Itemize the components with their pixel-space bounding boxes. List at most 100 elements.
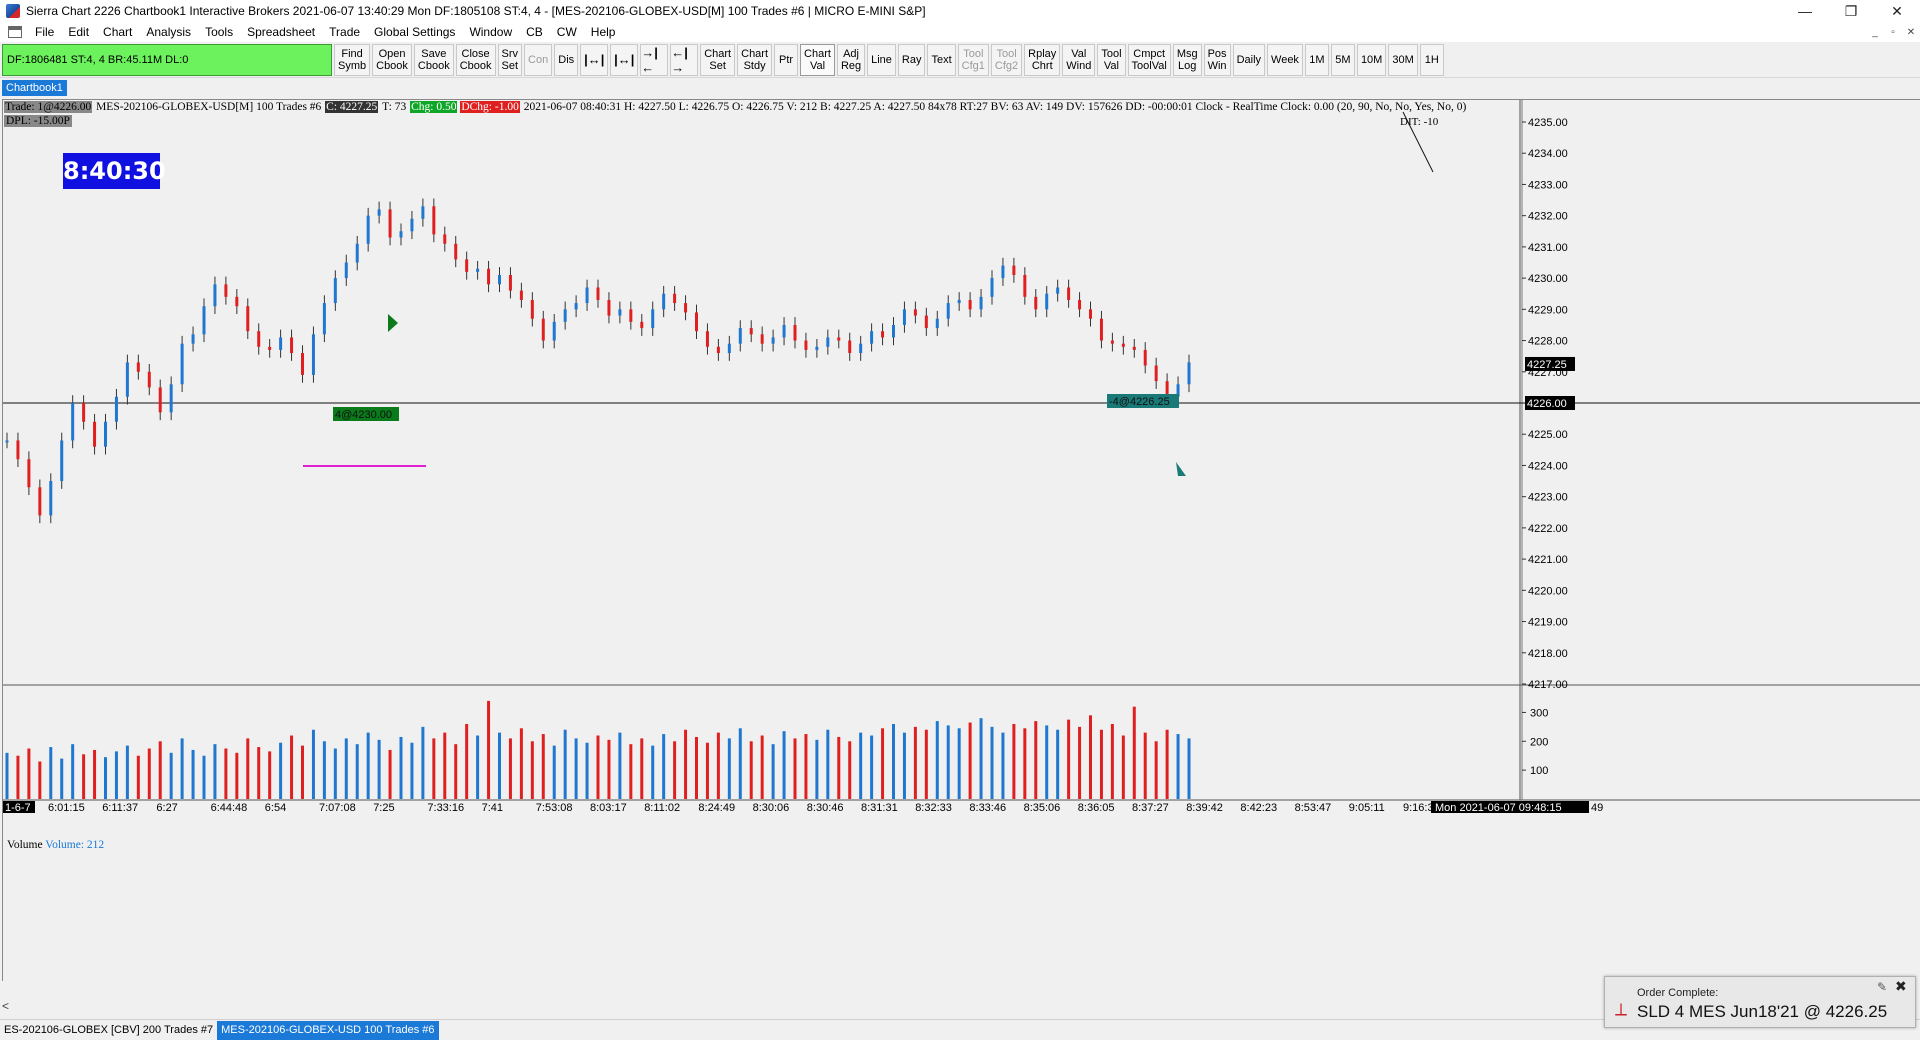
ticks-value: T: 73 [382,101,407,113]
price-bar [508,274,512,291]
price-bar [892,324,895,338]
volume-bar [410,742,414,799]
price-chart[interactable]: 4235.00 4234.00 4233.00 4232.00 4231.00 4230.… [3,100,1920,982]
price-tick-label: 4221.00 [1528,554,1568,566]
menu-window[interactable]: Window [462,25,519,39]
volume-bar [1045,725,1049,799]
timeframe-5m-button[interactable]: 5M [1330,43,1355,76]
text-tool-button[interactable]: Text [927,43,956,76]
volume-bar [114,751,118,799]
volume-bar [257,747,261,799]
timeframe-10m-button[interactable]: 10M [1356,43,1387,76]
timeframe-week-button[interactable]: Week [1267,43,1303,76]
menu-file[interactable]: File [28,25,61,39]
scroll-left-arrow[interactable]: < [2,999,16,1015]
price-bar [946,303,950,319]
scale-expand-icon[interactable]: |↔| [580,43,609,76]
close-button[interactable]: ✕ [1874,0,1920,22]
chart-tab-es[interactable]: ES-202106-GLOBEX [CBV] 200 Trades #7 [0,1021,217,1040]
menu-trade[interactable]: Trade [322,25,367,39]
mdi-minimize-button[interactable]: _ [1866,27,1884,38]
tool-values-button[interactable]: Tool Val [1097,43,1126,76]
save-chartbook-button[interactable]: Save Cbook [413,43,454,76]
price-bar [1132,346,1136,350]
time-tick-label: 6:01:15 [48,802,85,814]
compact-tool-values-button[interactable]: Cmpct ToolVal [1127,43,1171,76]
volume-bar [279,742,283,799]
mdi-restore-button[interactable]: ▫ [1884,27,1902,38]
bar-spacing-decrease-icon[interactable]: →|← [640,43,669,76]
menu-global-settings[interactable]: Global Settings [367,25,462,39]
timeframe-30m-button[interactable]: 30M [1388,43,1418,76]
line-tool-button[interactable]: Line [867,43,896,76]
cursor-price-label: 4226.00 [1527,398,1567,410]
menu-spreadsheet[interactable]: Spreadsheet [240,25,322,39]
volume-bar [1132,706,1136,799]
timeframe-1m-button[interactable]: 1M [1304,43,1329,76]
volume-bar [82,754,86,799]
order-complete-notification[interactable]: Order Complete: ⟂ SLD 4 MES Jun18'21 @ 4… [1604,976,1916,1028]
price-bar [27,459,31,488]
minimize-button[interactable]: — [1782,0,1828,22]
price-bar [1023,274,1027,297]
mdi-window-icon[interactable] [8,26,22,38]
values-window-button[interactable]: Val Wind [1062,43,1096,76]
volume-bar [618,732,622,799]
chart-settings-button[interactable]: Chart Set [700,43,736,76]
maximize-button[interactable]: ❐ [1828,0,1874,22]
price-bar [301,353,304,375]
tool-config-1-button[interactable]: Tool Cfg1 [957,43,989,76]
pointer-tool-button[interactable]: Ptr [774,43,799,76]
chart-values-button[interactable]: Chart Val [800,43,835,76]
volume-bar [979,718,983,799]
price-bar [476,268,480,272]
chart-tab-mes[interactable]: MES-202106-GLOBEX-USD 100 Trades #6 [217,1020,439,1040]
price-bar [82,403,86,422]
time-tick-label: 6:44:48 [211,802,248,814]
volume-bar [749,741,753,799]
pin-icon[interactable]: ✎ [1877,980,1887,994]
chart-studies-button[interactable]: Chart Stdy [737,43,773,76]
replay-chart-button[interactable]: Rplay Chrt [1024,43,1061,76]
volume-bar [180,738,184,799]
volume-bar [268,751,272,799]
open-chartbook-button[interactable]: Open Cbook [372,43,412,76]
close-chartbook-button[interactable]: Close Cbook [455,43,496,76]
connect-button[interactable]: Con [524,43,553,76]
data-feed-status: DF:1806481 ST:4, 4 BR:45.11M DL:0 [2,43,332,76]
menu-cb[interactable]: CB [519,25,550,39]
menu-help[interactable]: Help [584,25,623,39]
chart-region[interactable]: 4235.00 4234.00 4233.00 4232.00 4231.00 4230.… [2,99,1920,981]
price-bar [399,231,403,238]
menu-analysis[interactable]: Analysis [139,25,198,39]
mdi-close-button[interactable]: ✕ [1902,27,1920,38]
message-log-button[interactable]: Msg Log [1172,43,1202,76]
adjust-region-button[interactable]: Adj Reg [836,43,866,76]
positions-window-button[interactable]: Pos Win [1203,43,1231,76]
volume-bar [60,758,64,799]
ray-tool-button[interactable]: Ray [897,43,926,76]
price-bar [333,278,337,304]
server-settings-button[interactable]: Srv Set [497,43,523,76]
volume-bar [881,728,885,799]
chartbook-tab[interactable]: Chartbook1 [2,80,67,96]
disconnect-button[interactable]: Dis [554,43,579,76]
current-price-label: 4227.25 [1527,359,1567,371]
volume-bar [235,752,239,799]
time-axis-start-label: 1-6-7 [5,802,31,814]
menu-bar: File Edit Chart Analysis Tools Spreadshe… [0,22,1920,42]
volume-bar [344,738,348,799]
volume-bar [924,729,928,799]
tool-config-2-button[interactable]: Tool Cfg2 [990,43,1023,76]
find-symbol-button[interactable]: Find Symb [334,43,371,76]
price-bar [322,303,326,335]
menu-edit[interactable]: Edit [61,25,96,39]
timeframe-daily-button[interactable]: Daily [1232,43,1266,76]
menu-cw[interactable]: CW [550,25,584,39]
menu-chart[interactable]: Chart [96,25,139,39]
menu-tools[interactable]: Tools [198,25,240,39]
scale-contract-icon[interactable]: |↔| [610,43,639,76]
timeframe-1h-button[interactable]: 1H [1419,43,1444,76]
toast-close-button[interactable]: ✖ [1895,978,1907,995]
bar-spacing-increase-icon[interactable]: ←|→ [670,43,699,76]
